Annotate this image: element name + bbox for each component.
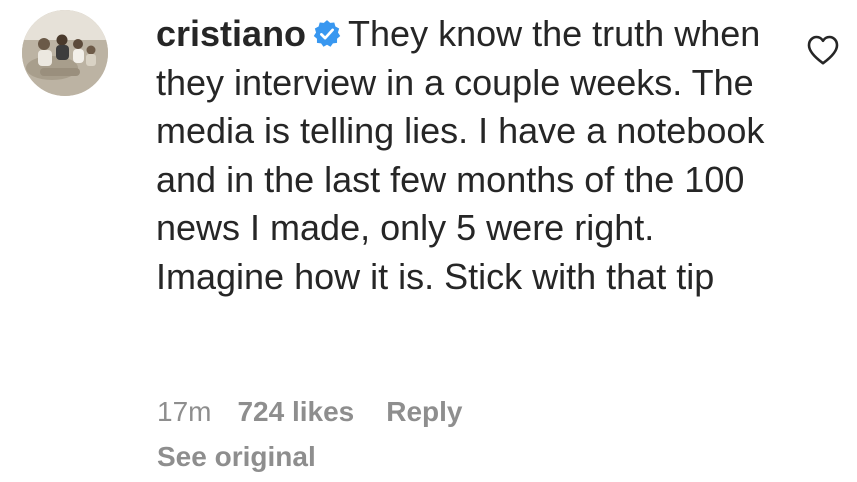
avatar-photo	[22, 10, 108, 96]
username-link[interactable]: cristiano	[156, 13, 306, 54]
heart-icon[interactable]	[806, 34, 840, 66]
see-original-button[interactable]: See original	[157, 441, 316, 473]
comment-body: cristiano They know the truth when they i…	[156, 10, 776, 301]
comment: cristiano They know the truth when they i…	[0, 0, 857, 482]
comment-text: They know the truth when they interview …	[156, 13, 765, 297]
likes-count-button[interactable]: 724 likes	[237, 396, 354, 428]
avatar[interactable]	[22, 10, 108, 96]
reply-button[interactable]: Reply	[386, 396, 462, 428]
comment-meta: 17m 724 likes Reply	[157, 396, 463, 428]
comment-timestamp: 17m	[157, 396, 212, 427]
comment-text-block: cristiano They know the truth when they i…	[156, 10, 776, 301]
verified-badge-icon	[312, 19, 342, 49]
